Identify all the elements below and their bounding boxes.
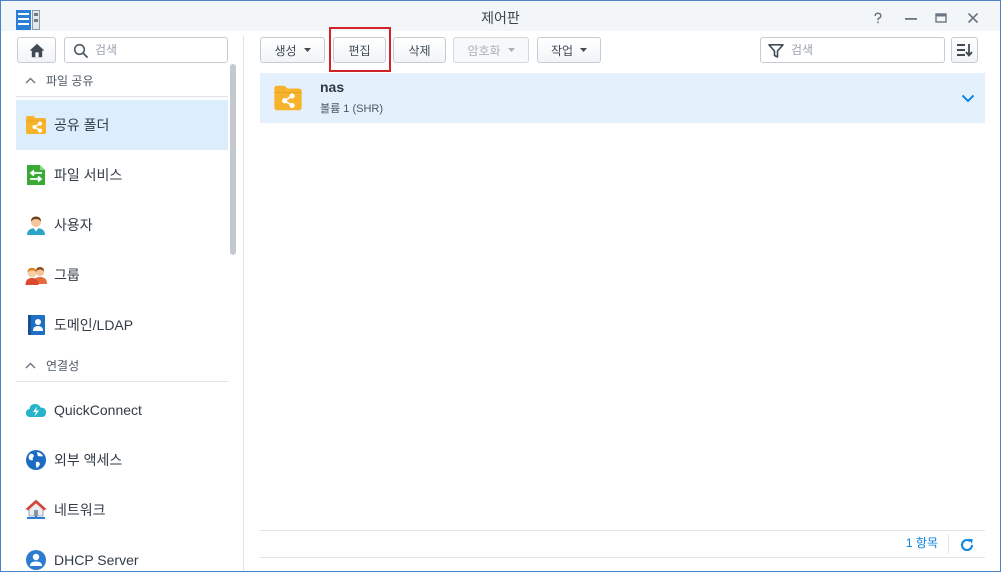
caret-down-icon (303, 48, 311, 52)
footer-divider-bottom (260, 557, 985, 558)
button-label: 암호화 (467, 43, 501, 58)
filter-search-input[interactable] (791, 38, 941, 62)
button-label: 작업 (550, 43, 574, 58)
sort-icon (956, 43, 973, 57)
sidebar-search-box[interactable] (64, 37, 228, 63)
sidebar-item-external-access[interactable]: 외부 액세스 (16, 435, 228, 485)
chevron-up-icon (25, 77, 36, 84)
sidebar-divider (243, 36, 244, 572)
button-label: 삭제 (408, 43, 431, 58)
refresh-icon[interactable] (960, 538, 974, 552)
chevron-up-icon (25, 362, 36, 369)
filter-search-box[interactable] (760, 37, 945, 63)
button-label: 생성 (274, 43, 297, 58)
sidebar-item-shared-folder[interactable]: 공유 폴더 (16, 100, 228, 150)
sidebar-item-quickconnect[interactable]: QuickConnect (16, 385, 228, 435)
control-panel-window: 제어판 파일 공유 (0, 0, 1001, 572)
user-icon (25, 214, 47, 236)
window-title: 제어판 (481, 10, 520, 26)
network-icon (25, 499, 47, 521)
search-icon (73, 43, 89, 59)
sidebar-search-input[interactable] (95, 38, 223, 62)
minimize-icon[interactable] (905, 12, 917, 24)
sidebar-item-domain-ldap[interactable]: 도메인/LDAP (16, 300, 228, 350)
sidebar-item-label: 도메인/LDAP (54, 317, 134, 333)
sidebar-item-network[interactable]: 네트워크 (16, 485, 228, 535)
home-icon (29, 43, 45, 58)
maximize-icon[interactable] (935, 12, 947, 24)
sort-button[interactable] (951, 37, 978, 63)
encrypt-button[interactable]: 암호화 (453, 37, 529, 63)
sidebar-item-label: 공유 폴더 (54, 117, 110, 133)
chevron-down-icon[interactable] (961, 94, 975, 103)
shared-folder-location: 볼륨 1 (SHR) (320, 103, 384, 115)
shared-folder-row[interactable]: nas 볼륨 1 (SHR) (260, 73, 985, 123)
item-count: 1 항목 (905, 536, 938, 550)
edit-button[interactable]: 편집 (333, 37, 386, 63)
caret-down-icon (580, 48, 588, 52)
caret-down-icon (507, 48, 515, 52)
sidebar-item-label: QuickConnect (54, 402, 142, 418)
create-button[interactable]: 생성 (260, 37, 325, 63)
sidebar-item-user[interactable]: 사용자 (16, 200, 228, 250)
sidebar-item-label: 외부 액세스 (54, 452, 123, 468)
sidebar-item-group[interactable]: 그룹 (16, 250, 228, 300)
filter-icon (768, 43, 784, 59)
shared-folder-icon (25, 114, 47, 136)
close-icon[interactable] (967, 12, 979, 24)
footer-divider-top (260, 530, 985, 531)
action-button[interactable]: 작업 (537, 37, 601, 63)
sidebar-item-label: 네트워크 (54, 502, 106, 518)
shared-folder-icon (273, 83, 303, 113)
shared-folder-name: nas (320, 79, 345, 95)
sidebar-section-file-sharing[interactable]: 파일 공유 (16, 66, 228, 97)
help-icon[interactable] (872, 12, 884, 24)
external-access-icon (25, 449, 47, 471)
group-icon (25, 264, 47, 286)
sidebar-item-label: 사용자 (54, 217, 93, 233)
domain-ldap-icon (25, 314, 47, 336)
file-services-icon (25, 164, 47, 186)
button-label: 편집 (348, 43, 371, 58)
sidebar-item-label: DHCP Server (54, 552, 139, 568)
sidebar-scrollbar[interactable] (230, 64, 236, 255)
sidebar-item-label: 파일 서비스 (54, 167, 123, 183)
footer-separator (948, 534, 949, 554)
section-label: 파일 공유 (46, 74, 94, 88)
quickconnect-icon (25, 399, 47, 421)
sidebar-item-label: 그룹 (54, 267, 80, 283)
home-button[interactable] (17, 37, 56, 63)
sidebar-section-connectivity[interactable]: 연결성 (16, 351, 228, 382)
sidebar-item-dhcp-server[interactable]: DHCP Server (16, 535, 228, 571)
sidebar-item-file-services[interactable]: 파일 서비스 (16, 150, 228, 200)
delete-button[interactable]: 삭제 (393, 37, 446, 63)
dhcp-server-icon (25, 549, 47, 571)
section-label: 연결성 (46, 359, 80, 373)
